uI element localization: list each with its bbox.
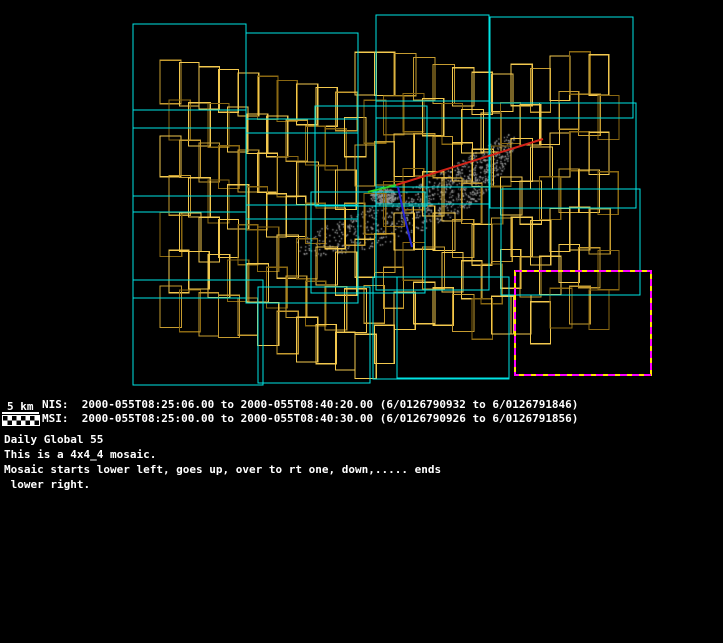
note-sequence-name: Daily Global 55 <box>4 434 103 446</box>
mission-mosaic-display: 5 km NIS: 2000-055T08:25:06.00 to 2000-0… <box>0 0 723 643</box>
mosaic-footprints-plot <box>0 0 723 400</box>
scale-bar-checker <box>2 415 40 426</box>
nis-fovs <box>133 15 640 385</box>
note-mosaic-order: Mosaic starts lower left, goes up, over … <box>4 464 441 476</box>
note-mosaic-type: This is a 4x4_4 mosaic. <box>4 449 156 461</box>
msi-time-range: MSI: 2000-055T08:25:00.00 to 2000-055T08… <box>42 413 578 425</box>
note-mosaic-order-cont: lower right. <box>4 479 90 491</box>
nis-time-range: NIS: 2000-055T08:25:06.00 to 2000-055T08… <box>42 399 578 411</box>
scale-bar-rule <box>2 412 39 414</box>
